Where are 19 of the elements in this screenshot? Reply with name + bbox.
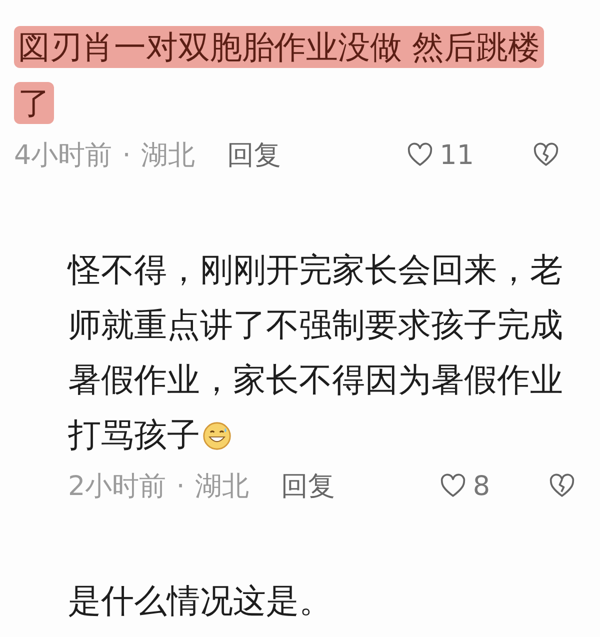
comment-location: 湖北	[194, 470, 249, 504]
heart-icon	[406, 141, 434, 169]
separator-dot: ·	[176, 470, 185, 502]
dislike-button[interactable]	[548, 472, 576, 500]
broken-heart-icon	[532, 141, 560, 169]
comment-text: 是什么情况这是。	[68, 580, 333, 622]
comment-location: 湖北	[140, 139, 195, 173]
dislike-button[interactable]	[532, 141, 560, 169]
comment-text: 怪不得，刚刚开完家长会回来，老师就重点讲了不强制要求孩子完成暑假作业，家长不得因为暑假作业打骂孩子	[68, 249, 564, 456]
heart-icon	[438, 472, 467, 500]
comment-time: 4小时前	[14, 139, 112, 173]
reply-button[interactable]: 回复	[226, 137, 281, 173]
comment-time: 2小时前	[68, 470, 166, 504]
like-button[interactable]: 11	[406, 140, 474, 170]
reply-button[interactable]: 回复	[280, 468, 335, 504]
emoji-icon	[202, 421, 232, 451]
separator-dot: ·	[122, 140, 131, 170]
like-button[interactable]: 8	[438, 470, 490, 502]
broken-heart-icon	[548, 472, 576, 500]
